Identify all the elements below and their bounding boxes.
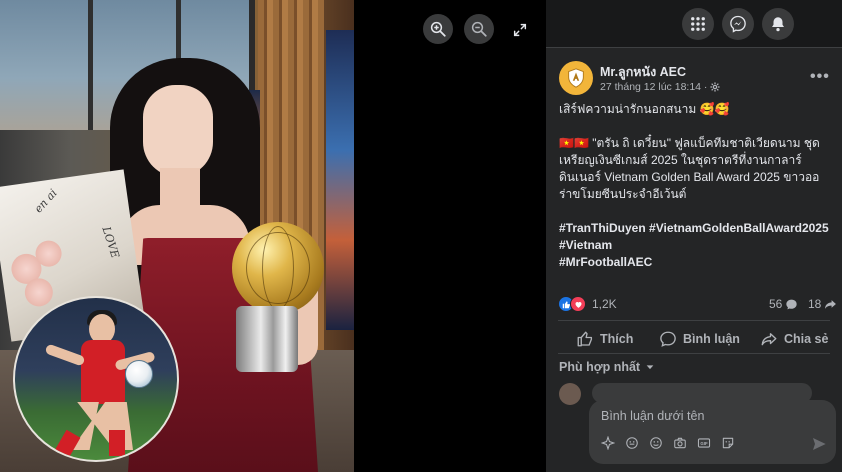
reaction-summary[interactable]: 1,2K (558, 296, 617, 312)
gif-button[interactable]: GIF (697, 436, 711, 450)
girl-face (143, 85, 213, 177)
football-action-inset (13, 296, 179, 462)
zoom-in-button[interactable] (423, 14, 453, 44)
post-message: เสิร์ฟความน่ารักนอกสนาม 🥰🥰 🇻🇳🇻🇳 "ตรัน ถิ… (559, 101, 837, 271)
gear-icon (710, 82, 721, 92)
heart-icon (574, 301, 582, 308)
page-avatar[interactable] (559, 61, 593, 95)
comment-count[interactable]: 56 (769, 297, 798, 311)
top-nav-bar (546, 0, 842, 48)
menu-button[interactable] (682, 8, 714, 40)
sparkle-icon (601, 436, 615, 450)
love-reaction-icon (570, 296, 586, 312)
photo-poster (326, 30, 354, 330)
post-body-line: 🇻🇳🇻🇳 "ตรัน ถิ เดวี๋ยน" ฟูลแบ็คทีมชาติเวี… (559, 136, 820, 150)
share-count[interactable]: 18 (808, 297, 837, 311)
share-label: Chia sẻ (784, 332, 829, 346)
player-sock (109, 430, 125, 456)
comment-label: Bình luận (683, 332, 740, 346)
send-comment-button[interactable] (811, 436, 827, 452)
red-kit (81, 340, 125, 404)
photo-stage: en ai LOVE (0, 0, 546, 472)
more-options-button[interactable]: ••• (810, 68, 830, 86)
comment-icon (660, 331, 676, 347)
sort-label: Phù hợp nhất (559, 360, 641, 374)
divider (558, 353, 830, 354)
emoji-effects-button[interactable] (625, 436, 639, 450)
avatar-sticker-button[interactable] (601, 436, 615, 450)
player-arm (44, 343, 86, 367)
caret-down-icon (646, 365, 654, 370)
photo-button[interactable] (673, 436, 687, 450)
emoji-button[interactable] (649, 436, 663, 450)
fullscreen-icon (513, 23, 527, 37)
shield-logo-icon (568, 68, 584, 88)
messenger-icon (730, 15, 746, 33)
wrapper-text: LOVE (99, 225, 122, 260)
zoom-out-icon (471, 21, 487, 37)
commenter-avatar[interactable] (559, 383, 581, 405)
like-button[interactable]: Thích (576, 329, 633, 349)
trophy-stand (236, 306, 298, 372)
bell-icon (772, 17, 784, 32)
camera-icon (674, 437, 686, 449)
emoji-sticker-icon (626, 437, 638, 449)
share-count-value: 18 (808, 297, 822, 311)
comment-button[interactable]: Bình luận (659, 329, 740, 349)
post-timestamp[interactable]: 27 tháng 12 lúc 18:14 · (600, 81, 721, 93)
notifications-button[interactable] (762, 8, 794, 40)
comment-composer: GIF (589, 400, 836, 464)
comment-bubble-icon (786, 299, 798, 309)
post-photo[interactable]: en ai LOVE (0, 0, 354, 472)
share-button[interactable]: Chia sẻ (760, 329, 828, 349)
reaction-count: 1,2K (592, 297, 617, 311)
share-icon (761, 333, 777, 346)
photo-window-mullion (88, 0, 93, 130)
smiley-icon (650, 437, 662, 449)
zoom-in-icon (430, 21, 446, 37)
post-body-line: ร่าขโมยซีนประจำอีเว้นต์ (559, 187, 687, 201)
zoom-out-button[interactable] (464, 14, 494, 44)
golden-ball-trophy (232, 222, 324, 314)
sticker-icon (722, 437, 734, 449)
post-body-line: เหรียญเงินซีเกมส์ 2025 ในชุดราตรีที่งานก… (559, 153, 802, 167)
page-name-link[interactable]: Mr.ลูกหนัง AEC (600, 62, 686, 82)
timestamp-text: 27 tháng 12 lúc 18:14 · (600, 81, 708, 93)
gif-icon: GIF (697, 438, 711, 448)
post-body-line: ดินเนอร์ Vietnam Golden Ball Award 2025 … (559, 170, 820, 184)
wrapper-text: en ai (31, 186, 60, 216)
like-label: Thích (600, 332, 634, 346)
fullscreen-button[interactable] (508, 18, 532, 42)
svg-text:GIF: GIF (700, 441, 708, 446)
hashtag-link[interactable]: #TranThiDuyen #VietnamGoldenBallAward202… (559, 220, 837, 237)
comment-count-value: 56 (769, 297, 783, 311)
send-icon (813, 438, 826, 450)
composer-tools: GIF (601, 436, 735, 450)
divider (558, 320, 830, 321)
comment-sort-dropdown[interactable]: Phù hợp nhất (559, 360, 655, 374)
hashtag-link[interactable]: #MrFootballAEC (559, 254, 837, 271)
sticker-button[interactable] (721, 436, 735, 450)
post-side-panel: Mr.ลูกหนัง AEC 27 tháng 12 lúc 18:14 · •… (546, 0, 842, 472)
messenger-button[interactable] (722, 8, 754, 40)
hashtag-link[interactable]: #Vietnam (559, 237, 837, 254)
like-icon (577, 331, 593, 347)
trophy-seam (262, 226, 294, 310)
share-arrow-icon (825, 299, 837, 309)
grid-menu-icon (691, 17, 705, 31)
football (125, 360, 153, 388)
comment-input[interactable] (601, 406, 801, 426)
post-caption: เสิร์ฟความน่ารักนอกสนาม 🥰🥰 (559, 102, 730, 116)
facebook-photo-viewer: en ai LOVE Mr.ลูกหนัง AEC 27 tháng 12 lú… (0, 0, 842, 472)
